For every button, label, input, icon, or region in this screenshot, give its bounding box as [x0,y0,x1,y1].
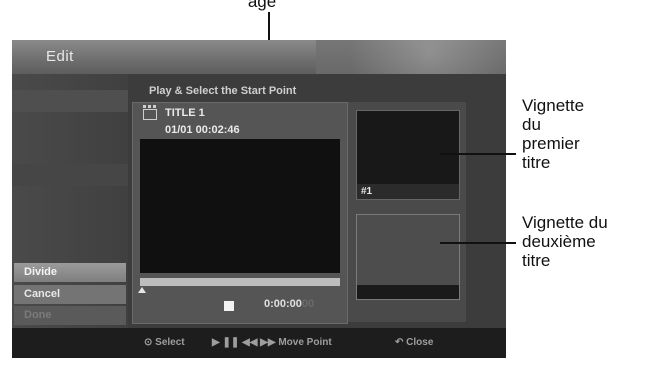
menu-ghost-item [12,90,128,112]
help-move-point: ▶ ❚❚ ◀◀ ▶▶ Move Point [212,337,332,348]
panel-heading: Play & Select the Start Point [149,85,297,97]
preview-panel: TITLE 1 01/01 00:02:46 0:00:0000 [132,102,348,324]
video-preview [140,139,340,273]
help-select: ⊙ Select [144,337,185,348]
callout-first-line3: premier [522,134,580,153]
callout-second-thumb: Vignette du deuxième titre [522,213,608,270]
stop-icon [224,301,234,311]
return-icon: ↶ [395,337,404,348]
cancel-button[interactable]: Cancel [14,285,126,304]
edit-body: Divide Cancel Done Play & Select the Sta… [12,74,506,328]
divide-button[interactable]: Divide [14,263,126,282]
edit-menu: Divide Cancel Done [12,74,128,328]
help-select-label: Select [155,337,185,348]
clapperboard-icon [143,105,157,120]
callout-line-first-thumb [440,153,516,155]
thumbnail-column: #1 [348,102,466,322]
help-bar: ⊙ Select ▶ ❚❚ ◀◀ ▶▶ Move Point ↶ Close [12,328,506,358]
help-close: ↶ Close [395,337,433,348]
callout-line-second-thumb [440,242,516,244]
callout-second-line3: titre [522,251,551,270]
callout-first-line2: du [522,115,541,134]
window-title: Edit [46,48,74,65]
callout-second-line2: deuxième [522,232,596,251]
play-pause-rewind-forward-icon: ▶ ❚❚ ◀◀ ▶▶ [212,337,276,348]
start-point-marker-icon[interactable] [138,287,146,293]
help-move-label: Move Point [278,337,332,348]
timecode: 0:00:0000 [264,298,314,310]
title-bar: Edit [12,40,506,74]
timecode-frames: 00 [301,298,315,310]
playback-progress-bar[interactable] [140,278,340,286]
callout-first-line1: Vignette [522,96,585,115]
title-bar-decoration [316,40,506,74]
select-icon: ⊙ [144,337,153,348]
help-close-label: Close [406,337,434,348]
callout-second-line1: Vignette du [522,213,608,232]
thumbnail-label-strip [357,285,459,299]
second-title-thumbnail[interactable] [356,214,460,300]
title-name: TITLE 1 [165,107,205,119]
first-title-thumbnail[interactable]: #1 [356,110,460,200]
edit-screen: Edit Divide Cancel Done Play & Select th… [12,40,506,358]
callout-first-thumb: Vignette du premier titre [522,96,584,172]
callout-label-top: age [247,0,277,11]
menu-ghost-item [12,164,128,186]
title-date-duration: 01/01 00:02:46 [165,124,240,136]
callout-first-line4: titre [522,153,551,172]
thumbnail-label: #1 [357,184,459,199]
timecode-time: 0:00:00 [264,298,302,310]
done-button[interactable]: Done [14,306,126,325]
